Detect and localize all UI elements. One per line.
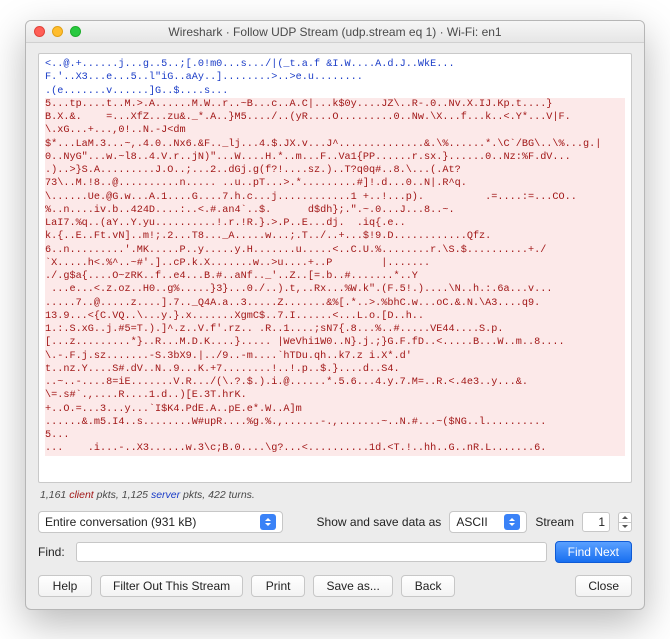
window-title: Wireshark · Follow UDP Stream (udp.strea…: [34, 25, 636, 39]
help-button[interactable]: Help: [38, 575, 92, 597]
stream-line[interactable]: \=.s#`.,....R....1.d..)[E.3T.hrK.: [45, 389, 625, 402]
dropdown-arrows-icon: [504, 514, 520, 530]
server-pkts-count: 1,125: [122, 489, 148, 501]
stream-stepper[interactable]: [618, 512, 632, 532]
stream-line[interactable]: .(e.......v......]G..$....s...: [45, 85, 625, 98]
stream-line[interactable]: `X.....h<.%^..~#'.]..cP.k.X.......w..>u.…: [45, 257, 625, 270]
filter-out-stream-button[interactable]: Filter Out This Stream: [100, 575, 243, 597]
show-as-label: Show and save data as: [317, 515, 442, 529]
conversation-select-value: Entire conversation (931 kB): [45, 515, 196, 529]
zoom-window-icon[interactable]: [70, 26, 81, 37]
stream-line[interactable]: 5...tp....t..M.>.A......M.W..r..~B...c..…: [45, 98, 625, 111]
stream-line[interactable]: $*...LaM.3...~,.4.0..Nx6.&F.._lj...4.$.J…: [45, 138, 625, 151]
dropdown-arrows-icon: [260, 514, 276, 530]
close-window-icon[interactable]: [34, 26, 45, 37]
close-button[interactable]: Close: [575, 575, 632, 597]
stream-line[interactable]: .....7..@.....z....].7.._Q4A.a..3.....Z.…: [45, 297, 625, 310]
stream-label: Stream: [535, 515, 574, 529]
stream-line[interactable]: <..@.+......j...g..5..;[.0!m0...s.../|(_…: [45, 58, 625, 71]
conversation-select[interactable]: Entire conversation (931 kB): [38, 511, 283, 533]
client-word: client: [69, 489, 94, 501]
stream-line[interactable]: +..O.=...3...y...`I$K4.PdE.A..pE.e*.W..A…: [45, 403, 625, 416]
stream-line[interactable]: %..n....iv.b..424D....:..<.#.an4`..$. d$…: [45, 204, 625, 217]
stream-line[interactable]: \.xG...+...,0!..N.-J<dm: [45, 124, 625, 137]
back-button[interactable]: Back: [401, 575, 455, 597]
stream-number-input[interactable]: [582, 512, 610, 532]
packet-stats: 1,161 client pkts, 1,125 server pkts, 42…: [40, 489, 630, 501]
titlebar: Wireshark · Follow UDP Stream (udp.strea…: [26, 21, 644, 43]
client-pkts-count: 1,161: [40, 489, 66, 501]
stream-line[interactable]: B.X.&. =...XfZ...zu&._*.A..}M5..../..(yR…: [45, 111, 625, 124]
window-frame: Wireshark · Follow UDP Stream (udp.strea…: [25, 20, 645, 610]
stream-line[interactable]: ...e...<.z.oz..H0..g%.....}3}...0./..).t…: [45, 283, 625, 296]
stats-tail: pkts, 422 turns.: [183, 489, 255, 501]
stream-line[interactable]: k.{..E..Ft.vN]..m!;.2...T8..._A.....w...…: [45, 230, 625, 243]
stream-line[interactable]: 73\..M.!8..@..........n..... ..u..pT...>…: [45, 177, 625, 190]
stream-line[interactable]: ./.g$a{....O~zRK..f..e4...B.#..aNf.._'..…: [45, 270, 625, 283]
stream-content[interactable]: <..@.+......j...g..5..;[.0!m0...s.../|(_…: [38, 53, 632, 483]
show-as-select[interactable]: ASCII: [449, 511, 527, 533]
find-input[interactable]: [76, 542, 547, 562]
stream-line[interactable]: \.-.F.j.sz.......-S.3bX9.|../9..-m....`h…: [45, 350, 625, 363]
window-controls: [34, 26, 81, 37]
print-button[interactable]: Print: [251, 575, 305, 597]
server-word: server: [151, 489, 180, 501]
minimize-window-icon[interactable]: [52, 26, 63, 37]
save-as-button[interactable]: Save as...: [313, 575, 393, 597]
stats-mid: pkts,: [97, 489, 122, 501]
stream-line[interactable]: 1.:.S.xG..j.#5=T.).]^.z..V.f'.rz.. .R..1…: [45, 323, 625, 336]
stream-line[interactable]: [...z.........*}..R...M.D.K....}..... |W…: [45, 336, 625, 349]
stream-line[interactable]: 0..NyG"...w.~l8..4.V.r..jN)"...W....H.*.…: [45, 151, 625, 164]
find-next-button[interactable]: Find Next: [555, 541, 632, 563]
stream-line[interactable]: ... .i...-..X3......w.3\c;B.0....\g?...<…: [45, 442, 625, 455]
stream-line[interactable]: .)..>}S.A.........J.O..;...2..dGj.g(f?!.…: [45, 164, 625, 177]
stream-line[interactable]: LaI7.%q..(aY..Y.yu..........!.r.!R.}.>.P…: [45, 217, 625, 230]
find-label: Find:: [38, 545, 68, 559]
stream-line[interactable]: F.'..X3...e...5..l"iG..aAy..]........>..…: [45, 71, 625, 84]
stream-line[interactable]: 13.9...<{C.VQ..\...y.}.x.......XgmC$..7.…: [45, 310, 625, 323]
stream-line[interactable]: 6..n.........'.MK.....P..y.....y.H......…: [45, 244, 625, 257]
stream-line[interactable]: ..~..-....8=iE.......V.R.../(\.?.$.).i.@…: [45, 376, 625, 389]
show-as-value: ASCII: [456, 515, 487, 529]
stream-line[interactable]: ......&.m5.I4..s........W#upR....%g.%.,.…: [45, 416, 625, 429]
stream-line[interactable]: \......Ue.@G.w...A.1....G....7.h.c...j..…: [45, 191, 625, 204]
stream-line[interactable]: t..nz.Y....S#.dV..N..9...K.+7........!..…: [45, 363, 625, 376]
stream-line[interactable]: 5...: [45, 429, 625, 442]
